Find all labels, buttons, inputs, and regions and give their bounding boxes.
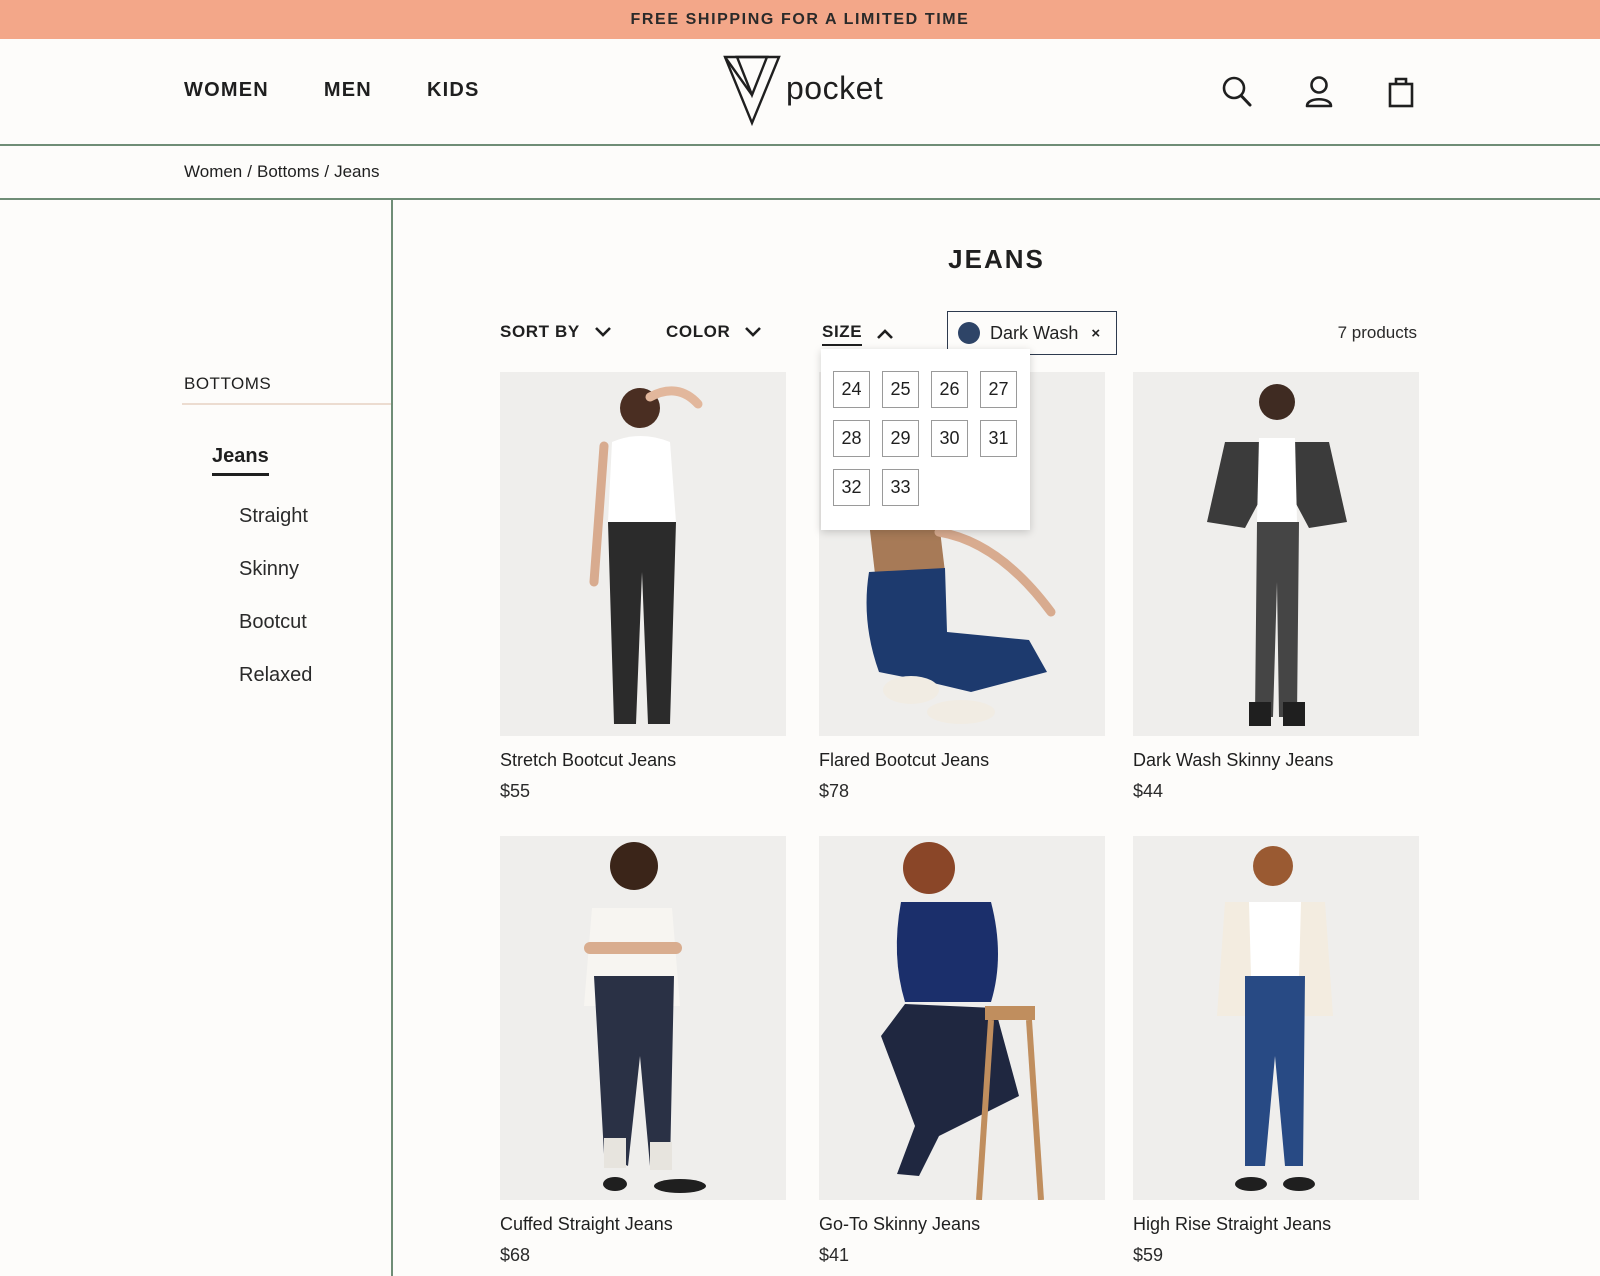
site-logo[interactable]: pocket [722,53,883,127]
size-option-24[interactable]: 24 [833,371,870,408]
nav-men[interactable]: MEN [324,79,372,102]
size-option-27[interactable]: 27 [980,371,1017,408]
size-option-25[interactable]: 25 [882,371,919,408]
product-price: $59 [1133,1245,1164,1265]
product-name[interactable]: Stretch Bootcut Jeans [500,750,786,771]
product-card[interactable]: High Rise Straight Jeans $59 [1133,836,1419,1266]
color-swatch [958,322,980,344]
product-name[interactable]: Go-To Skinny Jeans [819,1214,1105,1235]
product-card[interactable]: Cuffed Straight Jeans $68 [500,836,786,1266]
logo-wordmark: pocket [786,70,884,106]
size-option-26[interactable]: 26 [931,371,968,408]
product-price: $55 [500,781,531,801]
product-card[interactable]: Dark Wash Skinny Jeans $44 [1133,372,1419,802]
breadcrumb-women[interactable]: Women [184,162,242,182]
product-image[interactable] [500,836,786,1200]
product-image[interactable] [1133,372,1419,736]
size-option-28[interactable]: 28 [833,420,870,457]
product-name[interactable]: Dark Wash Skinny Jeans [1133,750,1419,771]
product-card[interactable]: Go-To Skinny Jeans $41 [819,836,1105,1266]
chevron-down-icon [745,327,762,337]
sidebar-item-relaxed[interactable]: Relaxed [239,664,312,687]
sidebar-divider [391,200,393,1276]
product-count: 7 products [1337,323,1417,342]
chip-label: Dark Wash [990,322,1079,343]
nav-women[interactable]: WOMEN [184,79,269,102]
size-option-29[interactable]: 29 [882,420,919,457]
close-icon[interactable]: × [1091,325,1100,342]
size-dropdown[interactable]: SIZE [822,322,894,346]
breadcrumb-bottoms[interactable]: Bottoms [257,162,319,182]
sidebar-item-jeans[interactable]: Jeans [212,445,269,476]
size-dropdown-menu: 24 25 26 27 28 29 30 31 32 33 [821,349,1030,530]
size-option-30[interactable]: 30 [931,420,968,457]
page-title: JEANS [948,244,1045,274]
product-card[interactable]: Stretch Bootcut Jeans $55 [500,372,786,802]
shopping-bag-icon[interactable] [1385,75,1417,109]
account-icon[interactable] [1303,75,1335,109]
sidebar-item-straight[interactable]: Straight [239,505,308,528]
size-option-32[interactable]: 32 [833,469,870,506]
size-label: SIZE [822,322,863,346]
size-option-33[interactable]: 33 [882,469,919,506]
product-name[interactable]: Flared Bootcut Jeans [819,750,1105,771]
size-option-31[interactable]: 31 [980,420,1017,457]
product-image[interactable] [500,372,786,736]
sidebar-item-skinny[interactable]: Skinny [239,558,299,581]
chevron-up-icon [877,329,894,339]
product-name[interactable]: Cuffed Straight Jeans [500,1214,786,1235]
product-price: $78 [819,781,850,801]
sidebar-rule [182,403,391,405]
main-nav: WOMEN MEN KIDS [184,79,480,102]
product-price: $68 [500,1245,531,1265]
chevron-down-icon [594,327,611,337]
breadcrumb-separator: / [324,162,330,181]
breadcrumb: Women / Bottoms / Jeans [184,162,379,182]
search-icon[interactable] [1221,75,1253,109]
promo-text: FREE SHIPPING FOR A LIMITED TIME [630,10,970,28]
nav-kids[interactable]: KIDS [427,79,480,102]
product-image[interactable] [819,836,1105,1200]
sort-dropdown[interactable]: SORT BY [500,322,612,342]
breadcrumb-separator: / [247,162,252,181]
site-header: WOMEN MEN KIDS pocket [0,39,1600,146]
product-image[interactable] [1133,836,1419,1200]
sidebar-item-bootcut[interactable]: Bootcut [239,611,307,634]
color-dropdown[interactable]: COLOR [666,322,762,342]
color-label: COLOR [666,322,731,341]
breadcrumb-bar: Women / Bottoms / Jeans [0,146,1600,200]
sort-label: SORT BY [500,322,580,341]
product-price: $44 [1133,781,1164,801]
product-price: $41 [819,1245,850,1265]
breadcrumb-jeans[interactable]: Jeans [334,162,379,182]
product-name[interactable]: High Rise Straight Jeans [1133,1214,1419,1235]
header-actions [1221,75,1417,109]
sidebar-title: BOTTOMS [184,374,272,393]
triangle-logo-icon [723,55,781,127]
promo-banner: FREE SHIPPING FOR A LIMITED TIME [0,0,1600,39]
